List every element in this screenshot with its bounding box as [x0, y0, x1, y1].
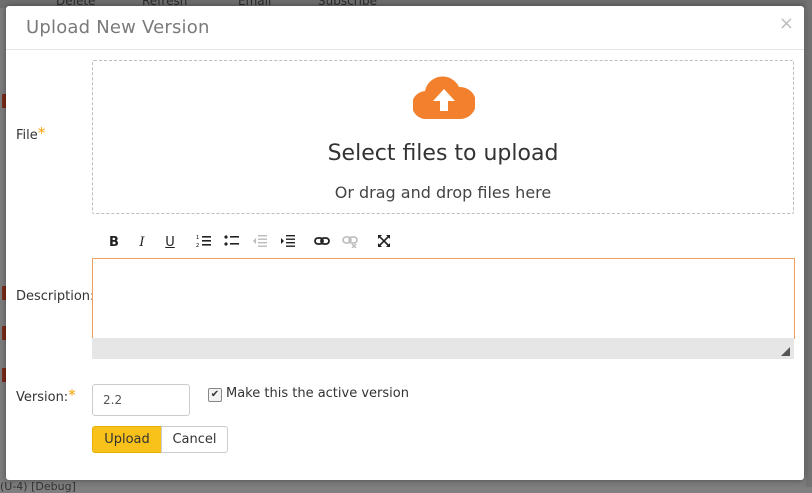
svg-text:2: 2 [196, 243, 199, 248]
dialog-title: Upload New Version [26, 17, 210, 38]
editor-statusbar [92, 338, 794, 359]
underline-button[interactable]: U [160, 234, 180, 252]
dialog-header: Upload New Version × [6, 6, 804, 50]
upload-version-dialog: Upload New Version × File* Select files … [6, 6, 804, 480]
active-version-checkbox[interactable]: ✔ [208, 388, 222, 402]
dropzone-subtitle: Or drag and drop files here [334, 183, 552, 202]
dropzone-title: Select files to upload [327, 141, 559, 166]
required-marker: * [68, 386, 76, 404]
indent-icon[interactable] [278, 234, 298, 252]
link-icon[interactable] [312, 234, 332, 252]
cloud-upload-icon [413, 76, 475, 119]
bold-button[interactable]: B [104, 234, 124, 252]
bg-right-strip [806, 0, 812, 487]
active-version-label: Make this the active version [226, 386, 409, 401]
description-label: Description: [16, 289, 95, 304]
fullscreen-icon[interactable] [374, 234, 394, 252]
close-icon[interactable]: × [779, 13, 794, 34]
unlink-icon[interactable] [340, 234, 360, 252]
svg-text:1: 1 [196, 235, 199, 241]
upload-button[interactable]: Upload [92, 426, 162, 453]
resize-handle-icon[interactable] [781, 347, 790, 356]
required-marker: * [37, 124, 46, 142]
cancel-button[interactable]: Cancel [161, 426, 228, 453]
outdent-icon[interactable] [250, 234, 270, 252]
version-input[interactable] [92, 384, 190, 416]
description-editor[interactable] [92, 258, 795, 339]
italic-button[interactable]: I [132, 234, 152, 252]
numbered-list-icon[interactable]: 12 [194, 234, 214, 252]
version-label: Version:* [16, 386, 76, 408]
bullet-list-icon[interactable] [222, 234, 242, 252]
version-label-text: Version: [16, 390, 69, 405]
file-label: File* [16, 124, 45, 146]
file-label-text: File [16, 128, 38, 143]
file-dropzone[interactable]: Select files to upload Or drag and drop … [92, 60, 794, 214]
